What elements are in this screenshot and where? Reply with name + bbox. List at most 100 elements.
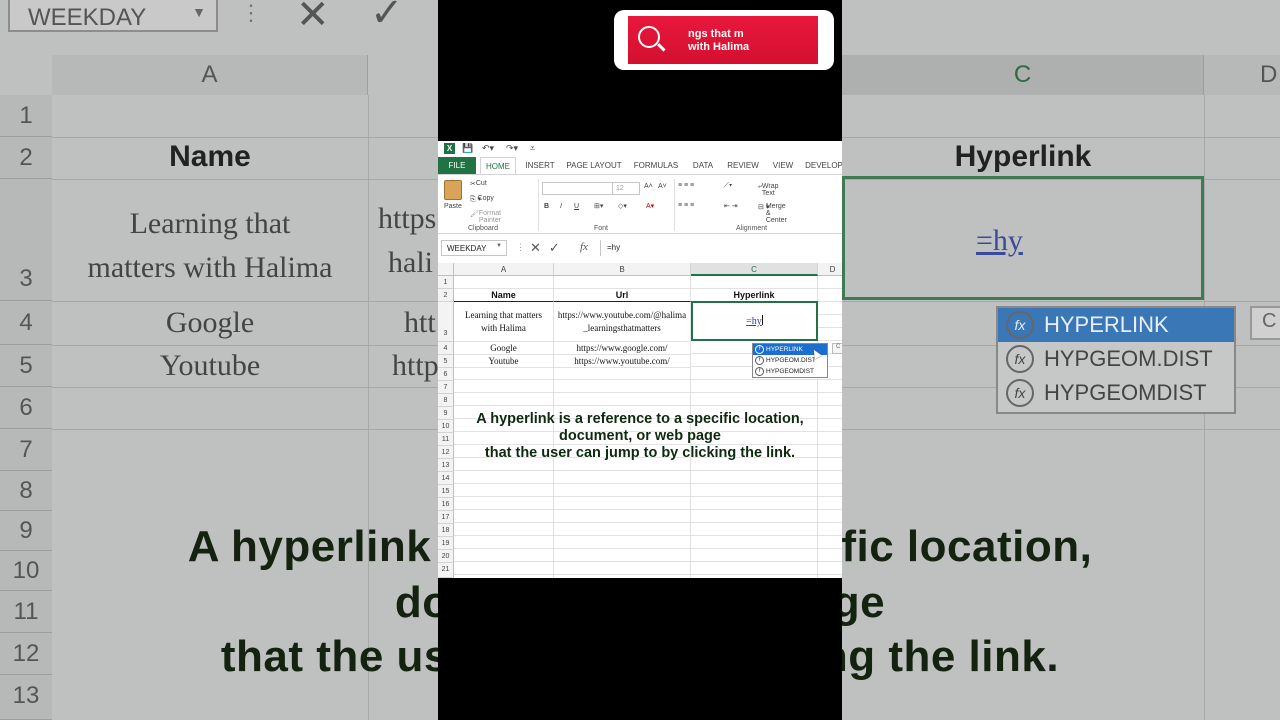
format-painter-button[interactable]: 🖌 Format Painter: [470, 210, 501, 224]
bg-name-box: WEEKDAY ▼: [8, 0, 218, 32]
alignment-group-label: Alignment: [736, 225, 768, 232]
row-header[interactable]: 20: [438, 550, 454, 563]
search-banner-inner: ngs that m with Halima: [628, 16, 818, 64]
paste-icon[interactable]: [444, 180, 462, 200]
align-left-icon[interactable]: ≡ ≡ ≡: [678, 202, 694, 209]
row-header[interactable]: 16: [438, 498, 454, 511]
column-header-d[interactable]: D: [818, 263, 842, 276]
row-header[interactable]: 5: [438, 355, 454, 368]
orientation-icon[interactable]: ⟋▾: [724, 182, 732, 190]
cell-b2[interactable]: Url: [554, 289, 691, 302]
search-icon: [638, 26, 660, 48]
bg-formula-text: =hy: [976, 224, 1023, 257]
cell-a5[interactable]: Youtube: [454, 355, 554, 368]
shrink-font-icon[interactable]: A˅: [658, 183, 667, 190]
bg-name-cell: Learning that matters with Halima: [87, 207, 333, 284]
cell-b3[interactable]: https://www.youtube.com/@halima_learning…: [554, 302, 691, 342]
underline-button[interactable]: U: [574, 203, 579, 210]
enter-icon[interactable]: ✓: [549, 240, 560, 255]
search-banner[interactable]: ngs that m with Halima: [614, 10, 834, 70]
save-icon[interactable]: 💾: [462, 143, 473, 154]
bg-url-partial-1: https: [378, 202, 437, 235]
row-header[interactable]: 17: [438, 511, 454, 524]
cell-b5[interactable]: https://www.youtube.com/: [554, 355, 691, 368]
cell-a4[interactable]: Google: [454, 342, 554, 355]
tab-home[interactable]: HOME: [480, 157, 516, 174]
tab-view[interactable]: VIEW: [768, 157, 798, 174]
bg-autocomplete: fx HYPERLINK fx HYPGEOM.DIST fx HYPGEOMDIST: [996, 306, 1236, 414]
bg-row-2: 2: [0, 137, 52, 179]
row-header[interactable]: 14: [438, 472, 454, 485]
bg-row-3: 3: [0, 179, 52, 301]
bg-row-8: 8: [0, 471, 52, 511]
row-header[interactable]: 7: [438, 381, 454, 394]
row-header[interactable]: 15: [438, 485, 454, 498]
bg-selected-cell: [842, 176, 1204, 300]
bg-cancel-icon: ✕: [296, 0, 330, 37]
row-header[interactable]: 18: [438, 524, 454, 537]
insert-function-icon[interactable]: fx: [580, 241, 588, 253]
tab-file[interactable]: FILE: [438, 157, 476, 174]
select-all-corner[interactable]: [438, 263, 454, 276]
row-header[interactable]: 3: [438, 302, 454, 342]
clipboard-group-label: Clipboard: [468, 225, 498, 232]
fill-color-icon[interactable]: ◇▾: [618, 202, 627, 210]
customize-qat-icon[interactable]: ⩡: [530, 143, 535, 154]
bold-button[interactable]: B: [544, 203, 549, 210]
bg-row-5: 5: [0, 345, 52, 387]
column-header-c[interactable]: C: [691, 263, 818, 276]
merge-center-button[interactable]: ⊟ Merge & Center ▾: [758, 203, 787, 224]
bg-youtube: Youtube: [159, 349, 261, 382]
warning-function-icon: f: [755, 367, 764, 376]
grow-font-icon[interactable]: A˄: [644, 183, 653, 190]
wrap-text-button[interactable]: ⤶ Wrap Text: [758, 183, 779, 197]
align-top-icon[interactable]: ≡ ≡ ≡: [678, 182, 694, 189]
column-header-a[interactable]: A: [454, 263, 554, 276]
italic-button[interactable]: I: [560, 203, 562, 210]
cell-a3[interactable]: Learning that matters with Halima: [454, 302, 554, 342]
bg-dots-icon: ⋮: [240, 0, 262, 25]
active-cell-value: =hy: [746, 316, 762, 327]
indent-icon[interactable]: ⇤ ⇥: [724, 202, 738, 210]
cut-button[interactable]: ✂ Cut: [470, 180, 487, 188]
tab-develop[interactable]: DEVELOP: [804, 157, 842, 174]
formula-bar-buttons: ✕ ✓: [530, 240, 568, 256]
undo-icon[interactable]: ↶▾: [482, 143, 494, 154]
cancel-icon[interactable]: ✕: [530, 240, 541, 255]
name-box[interactable]: WEEKDAY ▼: [441, 240, 507, 256]
search-banner-text: ngs that m with Halima: [688, 28, 750, 53]
bg-header-hyperlink: Hyperlink: [954, 140, 1092, 173]
formula-input[interactable]: =hy: [600, 240, 842, 256]
copy-button[interactable]: ⎘ Copy ▾: [470, 195, 494, 204]
cell-a2[interactable]: Name: [454, 289, 554, 302]
bg-url-partial-2: hali: [388, 246, 433, 279]
row-header[interactable]: 1: [438, 276, 454, 289]
bg-url-partial-4: http: [392, 349, 439, 382]
tab-data[interactable]: DATA: [688, 157, 718, 174]
bg-row-7: 7: [0, 429, 52, 471]
font-size-box[interactable]: 12: [612, 182, 640, 195]
video-frame: ngs that m with Halima X 💾 ↶▾ ↷▾ ⩡ FILE H…: [438, 0, 842, 720]
redo-icon[interactable]: ↷▾: [506, 143, 518, 154]
row-header[interactable]: 2: [438, 289, 454, 302]
caption-line1: A hyperlink is a reference to a specific…: [476, 411, 804, 427]
row-header[interactable]: 21: [438, 563, 454, 578]
tab-review[interactable]: REVIEW: [724, 157, 762, 174]
paste-button[interactable]: Paste: [444, 203, 462, 210]
row-header[interactable]: 8: [438, 394, 454, 407]
row-header[interactable]: 19: [438, 537, 454, 550]
formula-bar-dots-icon: ⋮: [516, 242, 525, 252]
active-cell-c3[interactable]: =hy: [691, 301, 818, 341]
font-name-box[interactable]: [542, 182, 614, 195]
tab-insert[interactable]: INSERT: [522, 157, 558, 174]
cell-b4[interactable]: https://www.google.com/: [554, 342, 691, 355]
tab-page-layout[interactable]: PAGE LAYOUT: [564, 157, 624, 174]
font-color-icon[interactable]: A▾: [646, 202, 654, 210]
row-header[interactable]: 4: [438, 342, 454, 355]
column-header-b[interactable]: B: [554, 263, 691, 276]
row-header[interactable]: 6: [438, 368, 454, 381]
bg-header-name: Name: [169, 140, 251, 173]
tab-formulas[interactable]: FORMULAS: [630, 157, 682, 174]
autocomplete-item[interactable]: f HYPGEOMDIST: [753, 366, 827, 377]
borders-icon[interactable]: ⊞▾: [594, 202, 603, 210]
